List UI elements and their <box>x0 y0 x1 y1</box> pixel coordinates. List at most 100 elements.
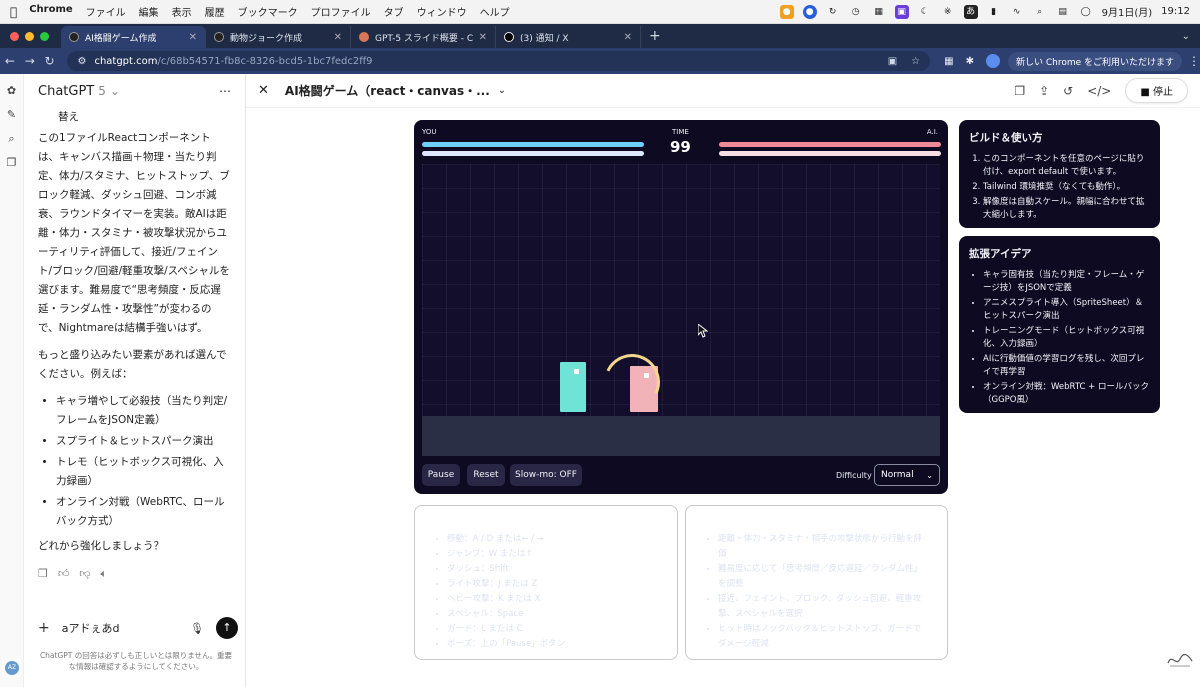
profile-avatar[interactable] <box>985 54 1000 68</box>
window-controls <box>10 31 49 41</box>
list-item: ヒット時はノックバック＆ヒットストップ、ガードでダメージ軽減 <box>718 622 927 652</box>
send-button[interactable]: ↑ <box>216 617 238 639</box>
chevron-down-icon: ⌄ <box>926 470 933 480</box>
menu-help[interactable]: ヘルプ <box>480 4 510 19</box>
url-path: /c/68b54571-fb8c-8326-bcd5-1bc7fedc2ff9 <box>157 55 373 67</box>
avatar[interactable]: AZ <box>5 661 19 675</box>
menu-history[interactable]: 履歴 <box>205 4 225 19</box>
list-item: このコンポーネントを任意のページに貼り付け、export default で使い… <box>983 153 1150 179</box>
thumbs-down-icon[interactable]: 👎︎ <box>79 564 90 583</box>
new-chat-icon[interactable]: ✎ <box>5 108 19 122</box>
ai-label: A.I. <box>926 128 938 136</box>
sync-icon[interactable]: ↻ <box>826 5 840 19</box>
history-icon[interactable]: ↺ <box>1063 84 1073 98</box>
model-chevron-icon[interactable]: ⌄ <box>110 84 120 98</box>
minimize-window-button[interactable] <box>25 31 34 41</box>
bookmark-star-icon[interactable]: ☆ <box>911 56 920 67</box>
message-actions: ❐ 👍︎ 👎︎ 🔈︎ <box>38 564 231 583</box>
mic-status-icon[interactable]: ● <box>779 4 794 19</box>
back-icon[interactable]: ← <box>0 54 20 68</box>
clock-icon[interactable]: ◷ <box>849 5 863 19</box>
title-chevron-icon[interactable]: ⌄ <box>498 85 506 96</box>
tab-x-notifications[interactable]: (3) 通知 / X ✕ <box>496 26 641 48</box>
forward-icon[interactable]: → <box>20 54 40 68</box>
game-preview[interactable]: YOU TIME A.I. 99 Pause Reset Slow-mo: OF… <box>414 120 948 494</box>
pause-button[interactable]: Pause <box>422 464 460 486</box>
tab-ai-fighting-game[interactable]: AI格闘ゲーム作成 ✕ <box>61 26 206 48</box>
control-center-icon[interactable]: ▤ <box>1056 5 1070 19</box>
tab-search-chevron-icon[interactable]: ⌄ <box>1182 31 1190 42</box>
suggestion-list: キャラ増やして必殺技（当たり判定/フレームをJSON定義） スプライト＆ヒットス… <box>56 392 231 531</box>
chat-panel: ChatGPT 5 ⌄ ⋯ 替え この1ファイルReactコンポーネントは、キャ… <box>24 74 246 687</box>
canvas-title[interactable]: AI格闘ゲーム（react・canvas・... <box>285 82 490 99</box>
user-icon[interactable]: ◯ <box>1079 5 1093 19</box>
game-arena[interactable] <box>422 164 940 456</box>
model-version[interactable]: 5 <box>98 84 106 98</box>
tab-label: AI格闘ゲーム作成 <box>85 33 157 44</box>
copy-icon[interactable]: ❐ <box>38 564 48 583</box>
extension-ideas-card: 拡張アイデア キャラ固有技（当たり判定・フレーム・ゲージ技）をJSONで定義 ア… <box>959 236 1160 413</box>
menu-app-name[interactable]: Chrome <box>29 4 72 19</box>
search-chats-icon[interactable]: ⌕ <box>5 132 19 146</box>
bluetooth-icon[interactable]: ※ <box>941 5 955 19</box>
battery-icon[interactable]: ▮ <box>987 5 1001 19</box>
apple-icon[interactable]:  <box>10 5 17 19</box>
extension-icon[interactable]: ▦ <box>944 56 953 67</box>
close-tab-icon[interactable]: ✕ <box>479 32 487 43</box>
tab-animal-jokes[interactable]: 動物ジョーク作成 ✕ <box>206 26 351 48</box>
stop-label: 停止 <box>1153 87 1173 98</box>
composer-input[interactable]: aアドぇあd <box>62 620 120 636</box>
install-app-icon[interactable]: ▣ <box>888 56 897 67</box>
canvas-tools: ❐ ⇪ ↺ </> ■ 停止 <box>1014 78 1188 103</box>
copy-code-icon[interactable]: ❐ <box>1014 84 1025 98</box>
player-eye <box>574 369 579 374</box>
search-icon[interactable]: ⌕ <box>1033 5 1047 19</box>
new-tab-icon[interactable]: + <box>649 28 661 44</box>
openai-logo-icon[interactable]: ✿ <box>5 84 19 98</box>
moon-icon[interactable]: ☾ <box>918 5 932 19</box>
library-icon[interactable]: ❐ <box>5 156 19 170</box>
mouse-cursor-icon <box>698 324 708 338</box>
app-status-icon[interactable]: ● <box>802 4 817 19</box>
add-attachment-icon[interactable]: + <box>38 620 50 636</box>
menu-tab[interactable]: タブ <box>384 4 404 19</box>
code-view-icon[interactable]: </> <box>1087 84 1111 98</box>
controls-box: 移動：A / D または← / → ジャンプ：W または↑ ダッシュ：Shift… <box>414 505 678 660</box>
close-tab-icon[interactable]: ✕ <box>624 32 632 43</box>
player-label: YOU <box>422 128 437 136</box>
read-aloud-icon[interactable]: 🔈︎ <box>101 564 108 583</box>
difficulty-select[interactable]: Normal ⌄ <box>874 464 940 486</box>
microphone-icon[interactable]: 🎙︎ <box>190 622 204 635</box>
menu-profile[interactable]: プロファイル <box>311 4 371 19</box>
tab-claude[interactable]: GPT-5 スライド概要 - Claude ✕ <box>351 26 496 48</box>
share-icon[interactable]: ⇪ <box>1039 84 1049 98</box>
more-menu-icon[interactable]: ⋮ <box>1188 54 1200 68</box>
menu-window[interactable]: ウィンドウ <box>417 4 467 19</box>
list-item: 移動：A / D または← / → <box>447 532 657 547</box>
chrome-update-button[interactable]: 新しい Chrome をご利用いただけます <box>1007 51 1182 71</box>
close-canvas-icon[interactable]: ✕ <box>258 83 269 98</box>
screen-record-icon[interactable]: ▣ <box>894 4 909 19</box>
menu-bookmarks[interactable]: ブックマーク <box>238 4 298 19</box>
zoom-window-button[interactable] <box>40 31 49 41</box>
ime-indicator[interactable]: あ <box>963 4 978 19</box>
menu-extra-icon[interactable]: ▦ <box>872 5 886 19</box>
model-name[interactable]: ChatGPT <box>38 84 94 99</box>
reset-button[interactable]: Reset <box>467 464 505 486</box>
chat-options-icon[interactable]: ⋯ <box>219 84 231 98</box>
thumbs-up-icon[interactable]: 👍︎ <box>58 564 70 583</box>
slowmo-button[interactable]: Slow-mo: OFF <box>510 464 582 486</box>
close-tab-icon[interactable]: ✕ <box>334 32 342 43</box>
reload-icon[interactable]: ↻ <box>40 54 60 68</box>
close-window-button[interactable] <box>10 31 19 41</box>
stop-button[interactable]: ■ 停止 <box>1125 78 1188 103</box>
url-field[interactable]: ⚙ chatgpt.com/c/68b54571-fb8c-8326-bcd5-… <box>67 51 931 71</box>
site-info-icon[interactable]: ⚙ <box>77 56 86 67</box>
list-item: ポーズ：上の「Pause」ボタン <box>447 637 657 652</box>
menu-view[interactable]: 表示 <box>172 4 192 19</box>
menu-edit[interactable]: 編集 <box>139 4 159 19</box>
menu-file[interactable]: ファイル <box>86 4 126 19</box>
close-tab-icon[interactable]: ✕ <box>189 32 197 43</box>
wifi-icon[interactable]: ∿ <box>1010 5 1024 19</box>
puzzle-icon[interactable]: ✱ <box>966 56 974 67</box>
